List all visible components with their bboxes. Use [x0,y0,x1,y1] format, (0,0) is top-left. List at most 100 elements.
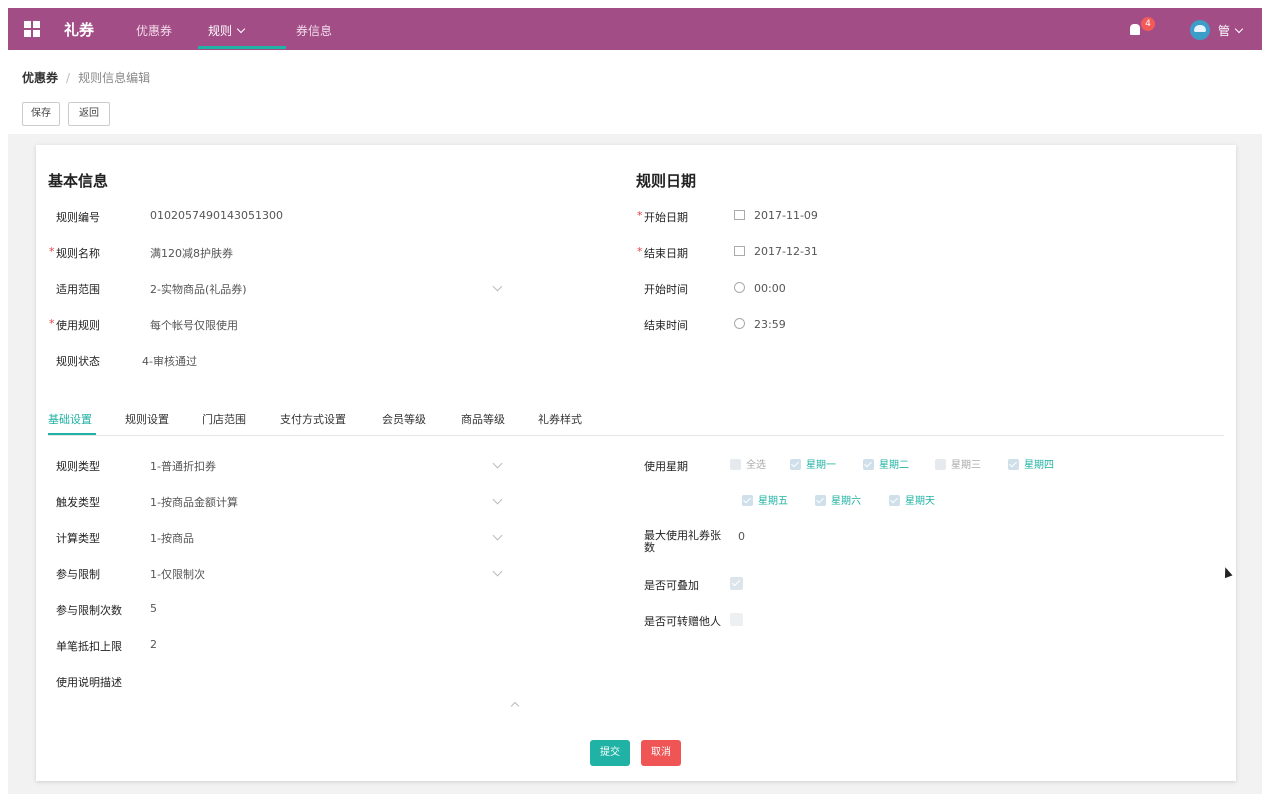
tab-member-level[interactable]: 会员等级 [382,411,426,427]
calc-type-select[interactable]: 1-按商品 [150,530,194,546]
weekday-sat-checkbox[interactable]: 星期六 [815,492,861,507]
end-time-value: 23:59 [754,318,786,331]
clock-icon [734,318,745,329]
start-date-label-text: 开始日期 [644,211,688,224]
required-marker: * [49,245,55,258]
weekday-tue-checkbox[interactable]: 星期二 [863,456,909,471]
weekday-tue-label: 星期二 [879,460,909,471]
nav-item-rules[interactable]: 规则 [208,22,246,39]
username: 管 [1218,24,1231,38]
calendar-icon [734,210,745,220]
checkbox-icon [742,495,753,506]
weekday-fri-checkbox[interactable]: 星期五 [742,492,788,507]
trigger-type-label: 触发类型 [56,496,100,509]
tab-product-level[interactable]: 商品等级 [461,411,505,427]
chevron-down-icon[interactable] [492,530,503,541]
tab-basic-settings[interactable]: 基础设置 [48,411,92,427]
breadcrumb-separator: / [66,71,71,85]
calc-type-label: 计算类型 [56,532,100,545]
avatar[interactable] [1190,20,1210,40]
rule-edit-card: 基本信息 规则编号 0102057490143051300 * 规则名称 满120… [36,145,1236,781]
required-marker: * [49,317,55,330]
rule-status-label: 规则状态 [56,355,100,368]
end-time-field[interactable]: 23:59 [734,317,786,331]
start-date-value: 2017-11-09 [754,209,818,222]
end-time-label: 结束时间 [644,319,688,332]
required-marker: * [637,209,643,222]
chevron-down-icon[interactable] [492,494,503,505]
checkbox-icon [730,459,741,470]
settings-tabs: 基础设置 规则设置 门店范围 支付方式设置 会员等级 商品等级 礼券样式 [48,403,1224,436]
start-time-label: 开始时间 [644,283,688,296]
tab-rule-settings[interactable]: 规则设置 [125,411,169,427]
back-button[interactable]: 返回 [68,102,110,126]
clock-icon [734,282,745,293]
deduct-limit-label: 单笔抵扣上限 [56,640,122,653]
weekday-label: 使用星期 [644,460,688,473]
nav-item-coupons[interactable]: 优惠券 [136,22,172,39]
weekday-mon-label: 星期一 [806,460,836,471]
forward-checkbox[interactable] [730,613,743,626]
save-button[interactable]: 保存 [22,102,60,126]
start-date-field[interactable]: 2017-11-09 [734,209,818,222]
weekday-all-checkbox[interactable]: 全选 [730,456,766,471]
user-menu[interactable]: 管 [1218,22,1244,39]
start-time-field[interactable]: 00:00 [734,281,786,295]
start-date-label: * 开始日期 [637,209,688,225]
rule-name-field[interactable]: 满120减8护肤券 [150,245,233,261]
usage-rule-label-text: 使用规则 [56,319,100,332]
end-date-label-text: 结束日期 [644,247,688,260]
usage-rule-field[interactable]: 每个帐号仅限使用 [150,317,238,333]
chevron-down-icon[interactable] [492,281,503,292]
chevron-down-icon[interactable] [492,566,503,577]
end-date-field[interactable]: 2017-12-31 [734,245,818,258]
rule-type-label: 规则类型 [56,460,100,473]
tab-store-range[interactable]: 门店范围 [202,411,246,427]
cancel-button[interactable]: 取消 [641,740,681,766]
forward-label: 是否可转赠他人 [644,615,721,628]
weekday-sun-checkbox[interactable]: 星期天 [889,492,935,507]
deduct-limit-field[interactable]: 2 [150,638,157,651]
breadcrumb-root[interactable]: 优惠券 [22,71,58,85]
checkbox-icon [889,495,900,506]
end-date-value: 2017-12-31 [754,245,818,258]
participation-limit-label: 参与限制 [56,568,100,581]
weekday-mon-checkbox[interactable]: 星期一 [790,456,836,471]
max-coupons-field[interactable]: 0 [738,530,745,543]
trigger-type-select[interactable]: 1-按商品金额计算 [150,494,238,510]
rule-id-label: 规则编号 [56,211,100,224]
checkbox-icon [815,495,826,506]
tab-payment-settings[interactable]: 支付方式设置 [280,411,346,427]
nav-item-rules-label: 规则 [208,24,233,38]
start-time-value: 00:00 [754,282,786,295]
stackable-checkbox[interactable] [730,577,743,590]
stackable-label: 是否可叠加 [644,579,699,592]
chevron-up-icon[interactable] [510,701,520,711]
rule-status-value: 4-审核通过 [142,355,197,368]
calendar-icon [734,246,745,256]
chevron-down-icon [236,24,246,34]
submit-button[interactable]: 提交 [590,740,630,766]
chevron-down-icon[interactable] [492,458,503,469]
weekday-thu-checkbox[interactable]: 星期四 [1008,456,1054,471]
tab-coupon-style[interactable]: 礼券样式 [538,411,582,427]
weekday-sun-label: 星期天 [905,496,935,507]
weekday-wed-checkbox[interactable]: 星期三 [935,456,981,471]
required-marker: * [637,245,643,258]
app-brand: 礼券 [64,21,95,39]
rule-name-label: * 规则名称 [49,245,100,261]
nav-item-coupon-info[interactable]: 券信息 [296,22,332,39]
checkbox-icon [935,459,946,470]
checkbox-icon [863,459,874,470]
checkbox-icon [790,459,801,470]
scope-select[interactable]: 2-实物商品(礼品券) [150,281,247,297]
top-navbar: 礼券 优惠券 规则 券信息 4 管 [8,8,1262,50]
participation-limit-select[interactable]: 1-仅限制次 [150,566,205,582]
bell-icon[interactable] [1130,24,1140,35]
rule-type-select[interactable]: 1-普通折扣券 [150,458,216,474]
apps-grid-icon[interactable] [24,21,40,37]
limit-count-field[interactable]: 5 [150,602,157,615]
breadcrumb-current: 规则信息编辑 [78,71,151,85]
rule-dates-title: 规则日期 [636,172,697,190]
usage-rule-label: * 使用规则 [49,317,100,333]
